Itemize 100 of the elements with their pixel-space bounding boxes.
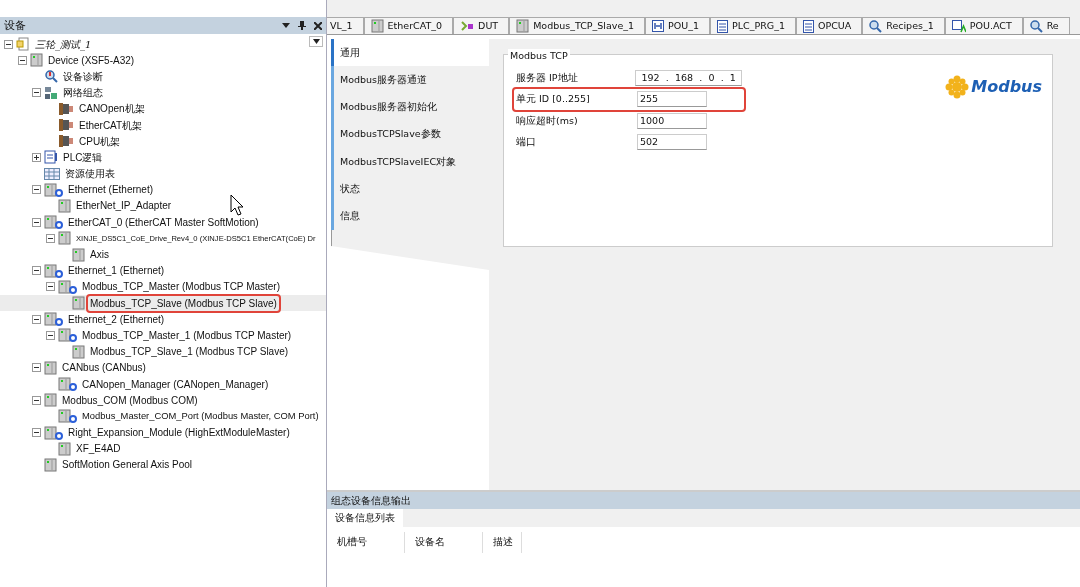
collapse-icon[interactable]: [32, 314, 41, 324]
search-icon: [869, 19, 883, 33]
tree-item[interactable]: Modbus_COM (Modbus COM): [60, 392, 200, 408]
device-icon: [30, 53, 43, 68]
editor-tab[interactable]: Re: [1022, 17, 1070, 34]
tree-item[interactable]: EtherCAT机架: [77, 117, 145, 133]
tree-item[interactable]: 三轮_测试_1: [33, 36, 94, 52]
collapse-icon[interactable]: [32, 266, 41, 276]
modbus-logo: Modbus: [945, 75, 1042, 105]
editor-tab[interactable]: VL_1: [327, 17, 364, 34]
device-link-icon: [44, 425, 63, 440]
panel-title: 组态设备信息输出: [327, 492, 1080, 509]
expand-icon[interactable]: [32, 152, 41, 162]
device-icon: [58, 441, 71, 456]
collapse-icon[interactable]: [32, 185, 41, 195]
tree-item[interactable]: 网络组态: [61, 85, 105, 101]
tree-item[interactable]: Modbus_TCP_Master_1 (Modbus TCP Master): [80, 327, 294, 343]
editor-tab[interactable]: Recipes_1: [862, 17, 945, 34]
tree-item[interactable]: CANOpen机架: [77, 101, 147, 117]
editor-tab[interactable]: EtherCAT_0: [363, 17, 454, 34]
tree-item[interactable]: PLC逻辑: [61, 149, 105, 165]
tree-item[interactable]: Modbus_TCP_Slave (Modbus TCP Slave): [88, 295, 279, 311]
collapse-icon[interactable]: [32, 363, 41, 373]
input-field[interactable]: 1000: [637, 112, 707, 129]
pin-icon[interactable]: [298, 21, 306, 30]
document-icon: [802, 19, 814, 33]
tree-item[interactable]: XF_E4AD: [74, 441, 123, 457]
field-label: 单元 ID [0..255]: [516, 92, 591, 107]
action-icon: [951, 19, 966, 33]
collapse-icon[interactable]: [32, 428, 41, 438]
tree-item[interactable]: 设备诊断: [61, 68, 105, 84]
side-tab[interactable]: Modbus服务器通道: [331, 66, 489, 94]
ip-address-field[interactable]: 192 . 168 . 0 . 1: [635, 69, 742, 86]
dropdown-icon[interactable]: [282, 23, 290, 28]
column-header: 描述: [483, 532, 522, 553]
editor-tab[interactable]: POU.ACT: [944, 17, 1023, 34]
pou-icon: [652, 20, 665, 32]
cursor-icon: [230, 194, 244, 216]
tree-item[interactable]: Ethernet (Ethernet): [66, 182, 156, 198]
collapse-icon[interactable]: [18, 55, 27, 65]
device-icon: [44, 393, 57, 408]
device-icon: [72, 296, 85, 311]
tree-item[interactable]: Modbus_Master_COM_Port (Modbus Master, COM Port): [80, 409, 321, 424]
device-icon: [58, 231, 71, 246]
magnifier-icon: [44, 69, 58, 84]
dut-icon: [460, 20, 475, 32]
rack-icon: [58, 118, 74, 133]
editor-tab[interactable]: PLC_PRG_1: [710, 17, 796, 34]
tree-item[interactable]: CANbus (CANbus): [60, 360, 148, 376]
side-tab[interactable]: ModbusTCPSlaveIEC对象: [331, 148, 489, 176]
tree-row[interactable]: Modbus_TCP_Slave (Modbus TCP Slave): [0, 295, 326, 312]
caret-icon: [312, 38, 320, 44]
editor-tab[interactable]: POU_1: [645, 17, 711, 34]
tree-item[interactable]: Modbus_TCP_Slave_1 (Modbus TCP Slave): [88, 344, 291, 360]
collapse-icon[interactable]: [46, 233, 55, 243]
device-icon: [58, 198, 71, 213]
device-link-icon: [44, 215, 63, 230]
collapse-icon[interactable]: [32, 88, 41, 98]
tree-item[interactable]: Right_Expansion_Module (HighExtModuleMaster): [66, 425, 292, 441]
collapse-icon[interactable]: [46, 330, 55, 340]
collapse-icon[interactable]: [4, 39, 13, 49]
editor-tab[interactable]: OPCUA: [795, 17, 863, 34]
tree-item[interactable]: CPU机架: [77, 133, 123, 149]
editor-tab[interactable]: DUT: [453, 17, 510, 34]
input-field[interactable]: 255: [637, 91, 707, 108]
rack-icon: [58, 101, 74, 116]
device-icon: [44, 457, 57, 472]
device-link-icon: [58, 377, 77, 392]
tree-item[interactable]: Device (XSF5-A32): [46, 52, 137, 68]
tree-item[interactable]: EtherCAT_0 (EtherCAT Master SoftMotion): [66, 214, 261, 230]
project-icon: [16, 37, 30, 52]
collapse-icon[interactable]: [32, 395, 41, 405]
input-field[interactable]: 502: [637, 134, 707, 151]
network-icon: [44, 85, 58, 100]
tree-item[interactable]: Ethernet_2 (Ethernet): [66, 311, 167, 327]
side-tab[interactable]: 信息: [331, 202, 489, 231]
close-icon[interactable]: [314, 21, 322, 30]
field-label: 服务器 IP地址: [516, 70, 579, 85]
tree-item[interactable]: Ethernet_1 (Ethernet): [66, 263, 167, 279]
tree-item[interactable]: CANopen_Manager (CANopen_Manager): [80, 376, 271, 392]
collapse-icon[interactable]: [32, 217, 41, 227]
tree-item[interactable]: Modbus_TCP_Master (Modbus TCP Master): [80, 279, 283, 295]
dropdown-button[interactable]: [309, 36, 323, 47]
tree-item[interactable]: 资源使用表: [63, 166, 117, 182]
tree-item[interactable]: SoftMotion General Axis Pool: [60, 457, 195, 473]
editor-tab[interactable]: Modbus_TCP_Slave_1: [509, 17, 646, 34]
side-tab[interactable]: ModbusTCPSlave参数: [331, 120, 489, 149]
column-header: 机槽号: [327, 532, 405, 553]
side-tab[interactable]: 状态: [331, 175, 489, 203]
field-label: 响应超时(ms): [516, 113, 579, 128]
tree-item[interactable]: Axis: [88, 247, 111, 263]
collapse-icon[interactable]: [46, 282, 55, 292]
column-header: 设备名: [405, 532, 483, 553]
tree-item[interactable]: EtherNet_IP_Adapter: [74, 198, 174, 214]
panel-tab[interactable]: 设备信息列表: [327, 509, 403, 528]
device-icon: [72, 247, 85, 262]
side-tab[interactable]: Modbus服务器初始化: [331, 93, 489, 121]
device-link-icon: [58, 328, 77, 343]
device-icon: [44, 360, 57, 375]
device-link-icon: [44, 312, 63, 327]
